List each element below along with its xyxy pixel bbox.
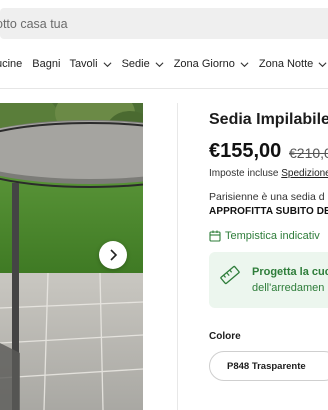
product-description: Parisienne è una sedia d — [209, 191, 325, 203]
color-option-label: Colore — [209, 331, 241, 342]
chevron-down-icon — [240, 61, 249, 67]
product-title: Sedia Impilabile — [209, 111, 328, 128]
chevron-down-icon — [155, 61, 164, 67]
nav-item-label: Bagni — [32, 58, 61, 70]
design-service-card[interactable]: Progetta la cuc dell'arredamen — [209, 252, 328, 308]
chevron-right-icon — [110, 249, 118, 261]
nav-item-zona-notte[interactable]: Zona Notte — [259, 58, 327, 70]
chevron-down-icon — [318, 61, 327, 67]
nav-item-label: Zona Giorno — [173, 58, 235, 70]
nav-item-tavoli[interactable]: Tavoli — [69, 58, 112, 70]
delivery-estimate[interactable]: Tempistica indicativ — [209, 229, 320, 243]
calendar-icon — [209, 230, 221, 242]
tax-text: Imposte incluse — [209, 168, 279, 179]
delivery-text: Tempistica indicativ — [225, 230, 320, 242]
tax-info: Imposte incluse Spedizione — [209, 168, 328, 179]
carousel-next-button[interactable] — [99, 241, 127, 269]
color-select[interactable]: P848 Trasparente — [209, 351, 328, 381]
nav-divider — [0, 88, 328, 89]
nav-item-label: Tavoli — [69, 58, 98, 70]
color-select-value: P848 Trasparente — [227, 360, 306, 372]
nav-item-sedie[interactable]: Sedie — [122, 58, 164, 70]
ruler-icon — [220, 265, 240, 285]
design-card-subtitle: dell'arredamen — [252, 282, 325, 294]
nav-item-cucine[interactable]: ucine — [0, 58, 22, 70]
shipping-link[interactable]: Spedizione — [281, 168, 328, 179]
nav-item-label: Zona Notte — [258, 58, 314, 70]
nav-item-label: ucine — [0, 58, 23, 70]
product-price: €155,00 — [209, 140, 282, 162]
column-divider — [177, 103, 178, 410]
nav-item-bagni[interactable]: Bagni — [32, 58, 60, 70]
search-input[interactable] — [0, 8, 328, 39]
promo-text: APPROFITTA SUBITO DEL — [209, 206, 328, 217]
product-old-price: €210,0 — [289, 145, 328, 161]
design-card-title: Progetta la cuc — [252, 266, 328, 278]
nav-item-label: Sedie — [121, 58, 150, 70]
nav-item-zona-giorno[interactable]: Zona Giorno — [174, 58, 249, 70]
category-nav: ucine Bagni Tavoli Sedie Zona Giorno Zon… — [0, 50, 328, 78]
chevron-down-icon — [103, 61, 112, 67]
